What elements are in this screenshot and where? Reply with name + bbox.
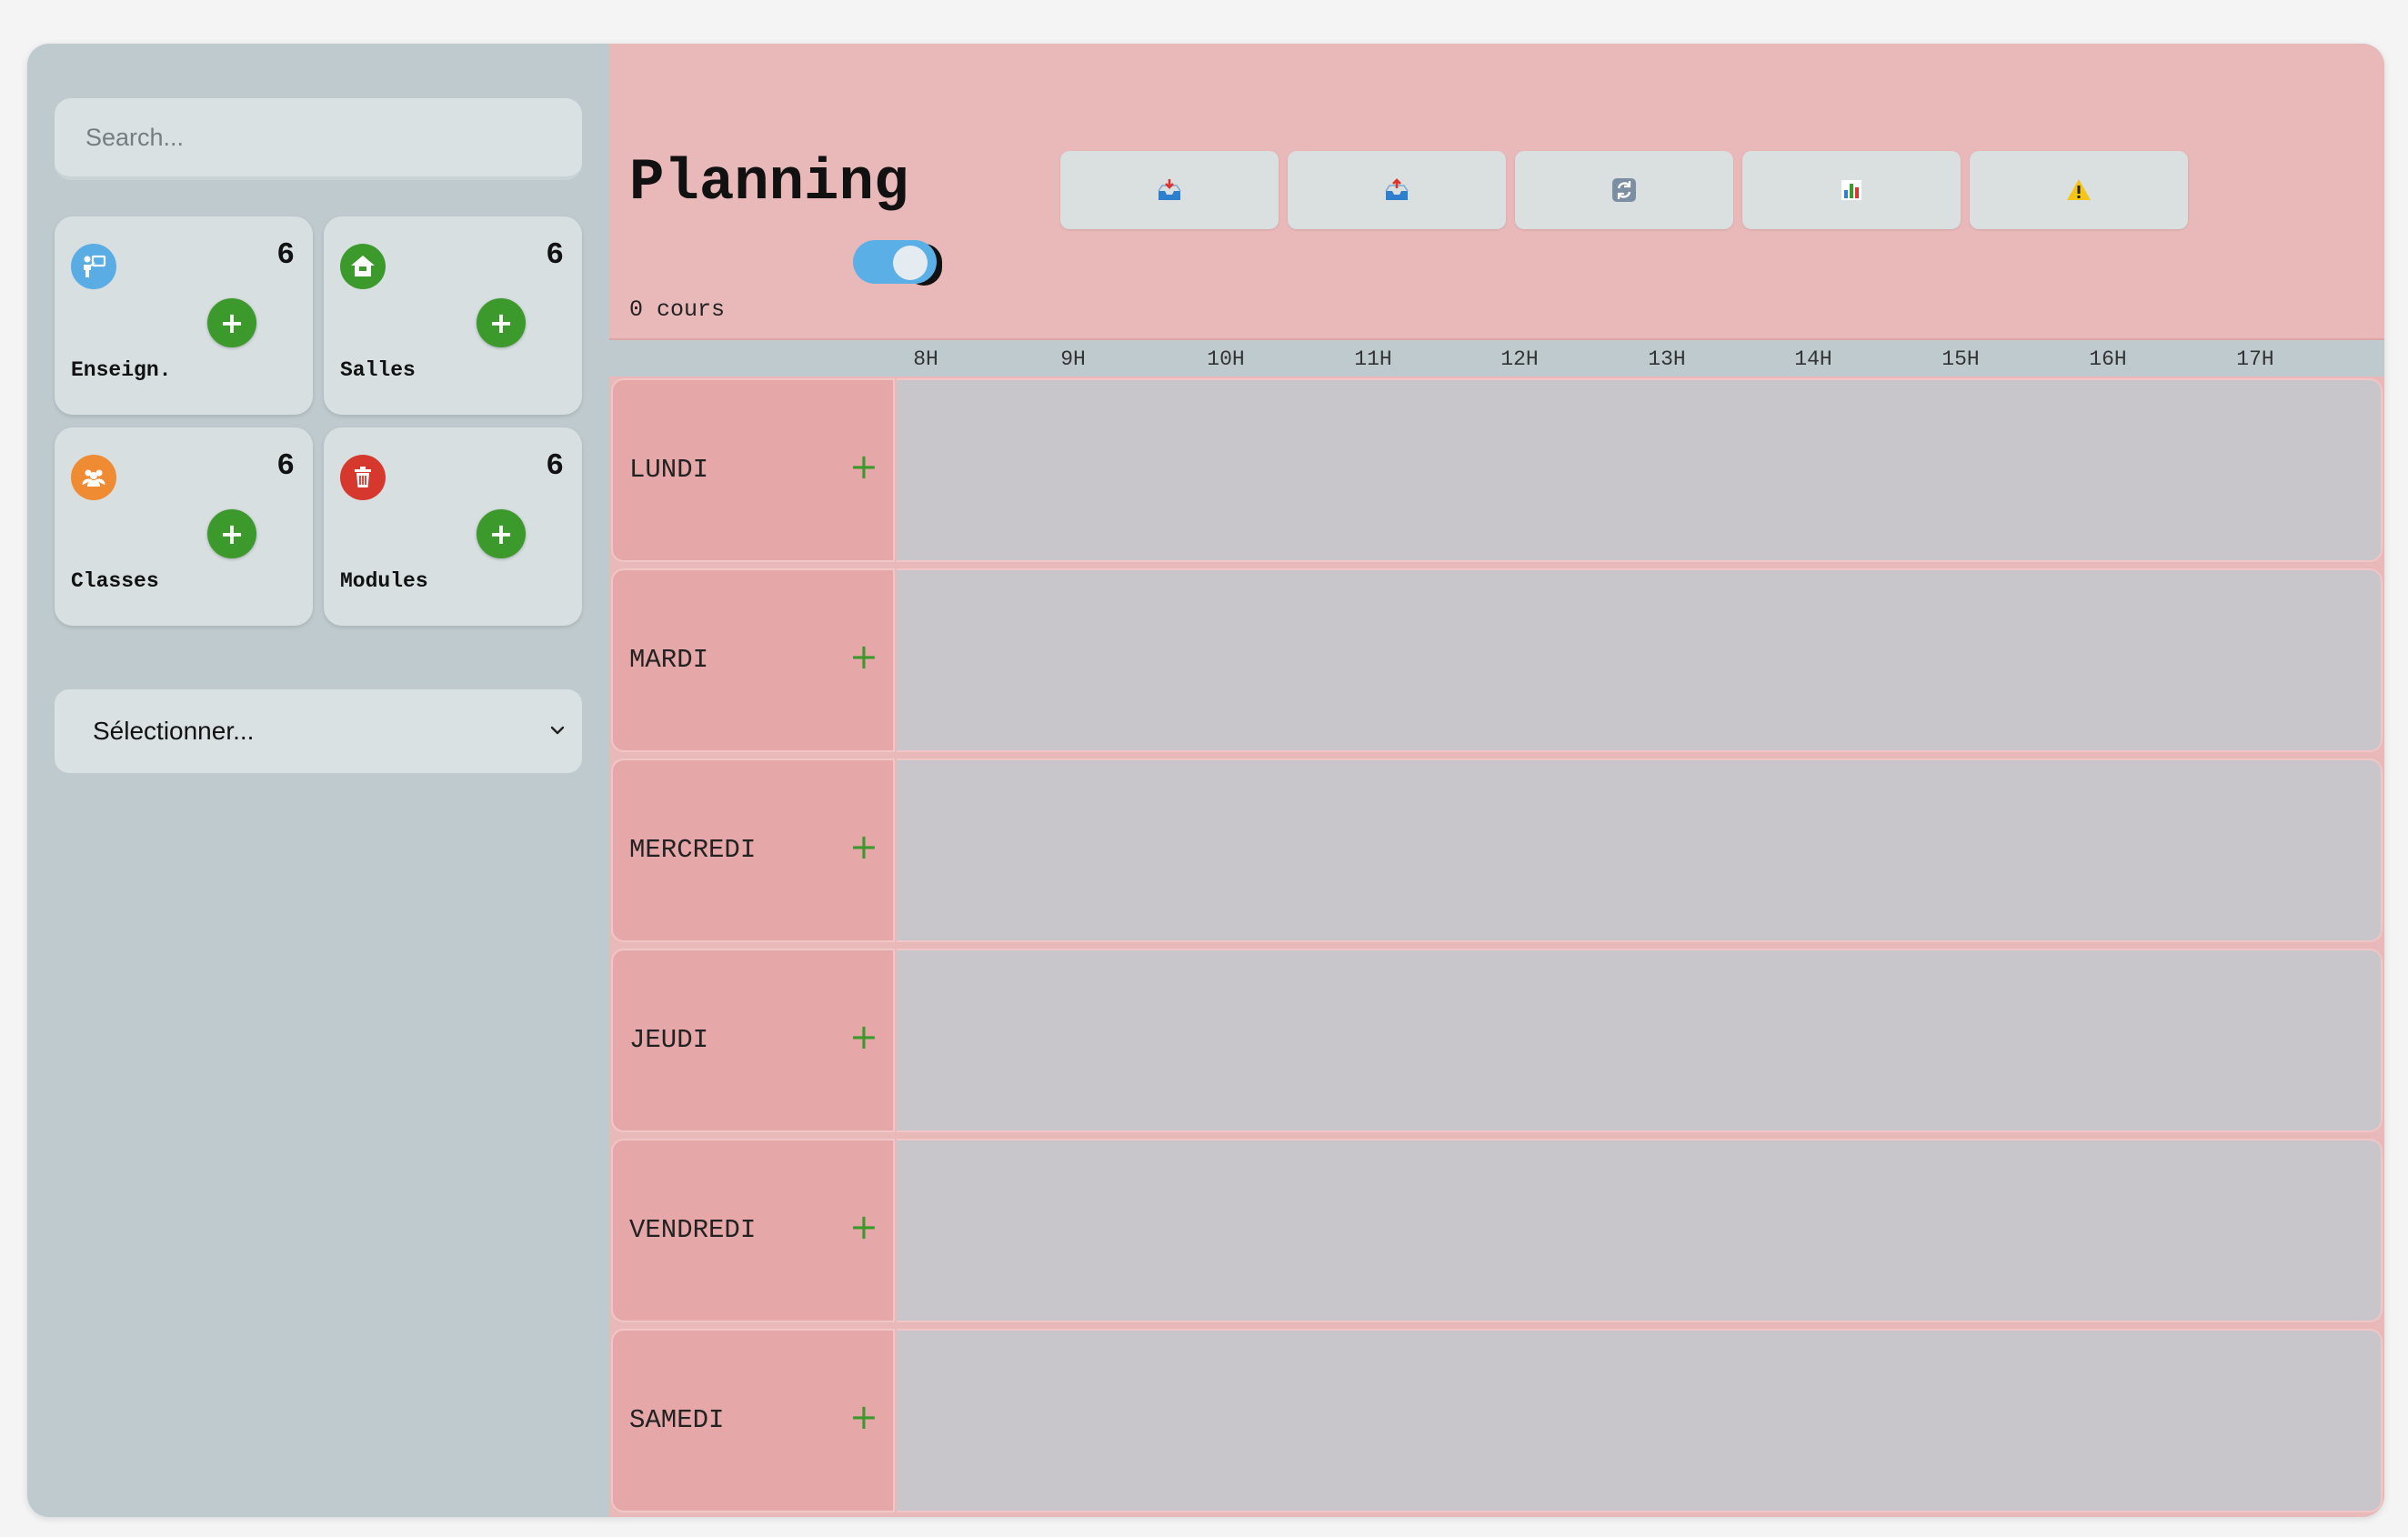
app-window: 6 + Enseign. 6 + Salles 6 + Classes bbox=[27, 44, 2384, 1517]
add-module-button[interactable]: + bbox=[477, 509, 526, 558]
add-salle-button[interactable]: + bbox=[477, 298, 526, 347]
day-name: MERCREDI bbox=[629, 835, 757, 865]
card-count: 6 bbox=[546, 238, 564, 272]
day-name: SAMEDI bbox=[629, 1405, 725, 1435]
add-course-button[interactable]: + bbox=[849, 449, 878, 484]
refresh-button[interactable] bbox=[1515, 151, 1733, 229]
inbox-tray-icon bbox=[1158, 179, 1181, 200]
home-icon bbox=[340, 244, 386, 289]
day-slots[interactable] bbox=[897, 1329, 2383, 1512]
day-header: MERCREDI + bbox=[611, 758, 895, 942]
card-label: Enseign. bbox=[71, 358, 172, 382]
add-course-button[interactable]: + bbox=[849, 1210, 878, 1244]
add-course-button[interactable]: + bbox=[849, 1400, 878, 1434]
card-count: 6 bbox=[276, 238, 295, 272]
add-classe-button[interactable]: + bbox=[207, 509, 256, 558]
hour-header: 8H 9H 10H 11H 12H 13H 14H 15H 16H 17H bbox=[609, 338, 2384, 377]
trash-icon bbox=[340, 455, 386, 500]
day-header: SAMEDI + bbox=[611, 1329, 895, 1512]
conflicts-button[interactable] bbox=[1970, 151, 2188, 229]
day-row-vendredi: VENDREDI + bbox=[611, 1139, 2383, 1322]
import-button[interactable] bbox=[1060, 151, 1279, 229]
hour-label: 12H bbox=[1500, 347, 1539, 371]
hour-label: 10H bbox=[1207, 347, 1245, 371]
day-name: VENDREDI bbox=[629, 1215, 757, 1245]
card-label: Salles bbox=[340, 358, 416, 382]
warning-icon bbox=[2067, 179, 2091, 200]
select-value: Sélectionner... bbox=[93, 717, 255, 745]
day-name: JEUDI bbox=[629, 1025, 709, 1055]
day-slots[interactable] bbox=[897, 949, 2383, 1132]
hour-label: 15H bbox=[1941, 347, 1980, 371]
bar-chart-icon bbox=[1841, 180, 1861, 200]
day-slots[interactable] bbox=[897, 1139, 2383, 1322]
toggle-knob bbox=[893, 246, 928, 280]
refresh-icon bbox=[1612, 178, 1636, 202]
add-enseignant-button[interactable]: + bbox=[207, 298, 256, 347]
day-header: MARDI + bbox=[611, 568, 895, 752]
page-title: Planning bbox=[629, 151, 909, 216]
day-slots[interactable] bbox=[897, 378, 2383, 562]
add-course-button[interactable]: + bbox=[849, 1020, 878, 1054]
card-enseignants[interactable]: 6 + Enseign. bbox=[55, 216, 313, 415]
hour-label: 14H bbox=[1794, 347, 1832, 371]
hour-label: 11H bbox=[1354, 347, 1392, 371]
day-header: LUNDI + bbox=[611, 378, 895, 562]
day-row-mardi: MARDI + bbox=[611, 568, 2383, 752]
card-label: Modules bbox=[340, 569, 428, 593]
card-salles[interactable]: 6 + Salles bbox=[324, 216, 582, 415]
teacher-icon bbox=[71, 244, 116, 289]
day-row-lundi: LUNDI + bbox=[611, 378, 2383, 562]
card-modules[interactable]: 6 + Modules bbox=[324, 427, 582, 626]
day-slots[interactable] bbox=[897, 568, 2383, 752]
add-course-button[interactable]: + bbox=[849, 829, 878, 864]
day-slots[interactable] bbox=[897, 758, 2383, 942]
hour-label: 13H bbox=[1648, 347, 1686, 371]
group-icon bbox=[71, 455, 116, 500]
card-label: Classes bbox=[71, 569, 159, 593]
chevron-down-icon bbox=[550, 726, 565, 735]
hour-label: 16H bbox=[2089, 347, 2127, 371]
day-header: VENDREDI + bbox=[611, 1139, 895, 1322]
card-count: 6 bbox=[546, 449, 564, 483]
planning-panel: Planning 0 cours 8H 9H 10H 11H 12H 13H 1… bbox=[609, 44, 2384, 1517]
hour-label: 8H bbox=[913, 347, 938, 371]
export-button[interactable] bbox=[1288, 151, 1506, 229]
day-row-jeudi: JEUDI + bbox=[611, 949, 2383, 1132]
sidebar: 6 + Enseign. 6 + Salles 6 + Classes bbox=[27, 44, 609, 1517]
stats-button[interactable] bbox=[1742, 151, 1961, 229]
card-classes[interactable]: 6 + Classes bbox=[55, 427, 313, 626]
day-name: MARDI bbox=[629, 645, 709, 675]
view-toggle[interactable] bbox=[853, 240, 942, 286]
card-count: 6 bbox=[276, 449, 295, 483]
add-course-button[interactable]: + bbox=[849, 639, 878, 674]
course-count: 0 cours bbox=[629, 296, 726, 323]
day-row-mercredi: MERCREDI + bbox=[611, 758, 2383, 942]
day-name: LUNDI bbox=[629, 455, 709, 485]
hour-label: 9H bbox=[1060, 347, 1086, 371]
day-header: JEUDI + bbox=[611, 949, 895, 1132]
outbox-tray-icon bbox=[1385, 178, 1409, 200]
day-row-samedi: SAMEDI + bbox=[611, 1329, 2383, 1512]
hour-label: 17H bbox=[2236, 347, 2274, 371]
entity-select[interactable]: Sélectionner... bbox=[55, 689, 582, 773]
search-input[interactable] bbox=[55, 98, 582, 180]
